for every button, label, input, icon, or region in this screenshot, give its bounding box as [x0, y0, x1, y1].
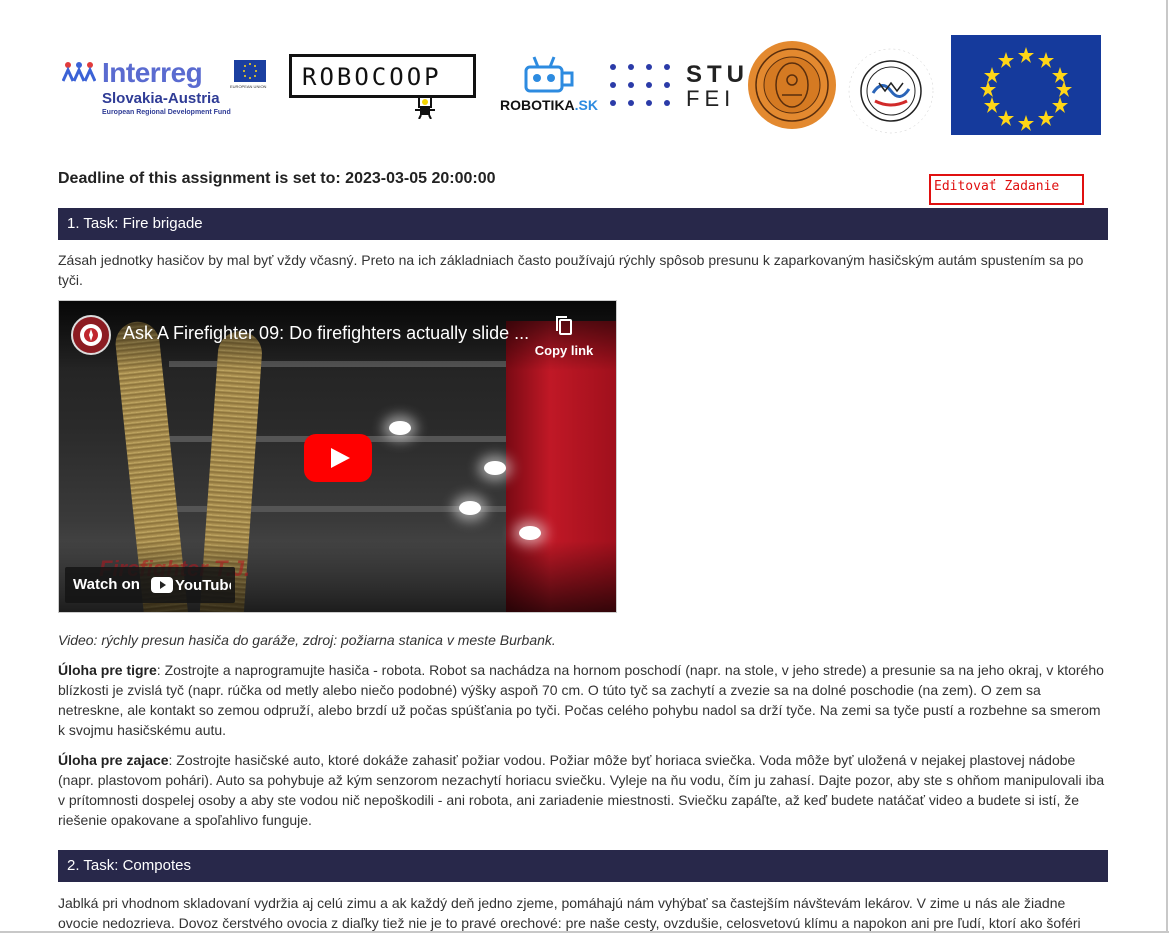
task1-header: 1. Task: Fire brigade	[58, 208, 1108, 240]
robocoop-robot-icon	[415, 97, 435, 119]
assignment-deadline: Deadline of this assignment is set to: 2…	[58, 170, 496, 187]
interreg-logo[interactable]: Interreg Slovakia-Austria European Regio…	[62, 57, 277, 117]
page-right-border	[1166, 0, 1168, 933]
tiger-label: Úloha pre tigre	[58, 662, 157, 678]
robocoop-text: ROBOCOOP	[302, 63, 442, 91]
channel-avatar[interactable]	[71, 315, 111, 355]
task2-header: 2. Task: Compotes	[58, 850, 1108, 882]
task2-intro: Jablká pri vhodnom skladovaní vydržia aj…	[58, 895, 1081, 931]
stu-fei-logo[interactable]: STU FEI	[610, 61, 745, 113]
copy-link-button[interactable]: Copy link	[529, 315, 599, 358]
interreg-fund: European Regional Development Fund	[102, 109, 231, 116]
task1-intro: Zásah jednotky hasičov by mal byť vždy v…	[58, 252, 1084, 288]
robotika-logo[interactable]: ROBOTIKA.SK	[498, 53, 598, 115]
robotika-text: ROBOTIKA.SK	[500, 97, 599, 113]
robotika-robot-icon	[524, 56, 574, 93]
video-caption: Video: rýchly presun hasiča do garáže, z…	[58, 632, 556, 648]
partner-logos: Interreg Slovakia-Austria European Regio…	[0, 35, 1169, 135]
eu-small-flag-icon	[234, 60, 266, 82]
interreg-people-icon	[62, 62, 96, 82]
rabbit-label: Úloha pre zajace	[58, 752, 169, 768]
task1-rabbit-assignment: Úloha pre zajace: Zostrojte hasičské aut…	[58, 750, 1108, 830]
video-ceiling-light	[484, 461, 506, 475]
watch-on-youtube-button[interactable]: Watch on YouTube	[65, 567, 235, 603]
eu-flag-caption: EUROPEAN UNION	[230, 84, 267, 89]
robocoop-logo[interactable]: ROBOCOOP	[289, 54, 476, 98]
eu-flag-icon[interactable]	[951, 35, 1101, 135]
copy-icon	[556, 316, 572, 335]
video-ceiling-light	[389, 421, 411, 435]
fei-text: FEI	[686, 86, 736, 111]
rabbit-text: : Zostrojte hasičské auto, ktoré dokáže …	[58, 752, 1105, 828]
cvti-sr-logo-icon[interactable]	[845, 45, 937, 137]
play-button[interactable]	[304, 434, 372, 482]
stu-text: STU	[686, 61, 749, 88]
youtube-logo-icon: YouTube	[151, 577, 231, 594]
video-title[interactable]: Ask A Firefighter 09: Do firefighters ac…	[123, 323, 529, 344]
watch-on-label: Watch on	[73, 576, 140, 593]
task1-tiger-assignment: Úloha pre tigre: Zostrojte a naprogramuj…	[58, 660, 1108, 740]
copy-link-label: Copy link	[534, 343, 594, 358]
svg-text:YouTube: YouTube	[175, 577, 231, 594]
stu-dots-icon	[610, 64, 670, 106]
interreg-name: Interreg	[102, 57, 203, 88]
interreg-region: Slovakia-Austria	[102, 90, 220, 107]
video-ceiling-light	[459, 501, 481, 515]
video-ceiling-light	[519, 526, 541, 540]
edit-assignment-button[interactable]: Editovať Zadanie	[929, 174, 1084, 205]
youtube-video-embed[interactable]: Firefighter T.J. Ask A Firefighter 09: D…	[58, 300, 617, 613]
tiger-text: : Zostrojte a naprogramujte hasiča - rob…	[58, 662, 1104, 738]
play-icon	[331, 448, 350, 468]
comenius-university-seal-icon[interactable]	[747, 40, 837, 130]
